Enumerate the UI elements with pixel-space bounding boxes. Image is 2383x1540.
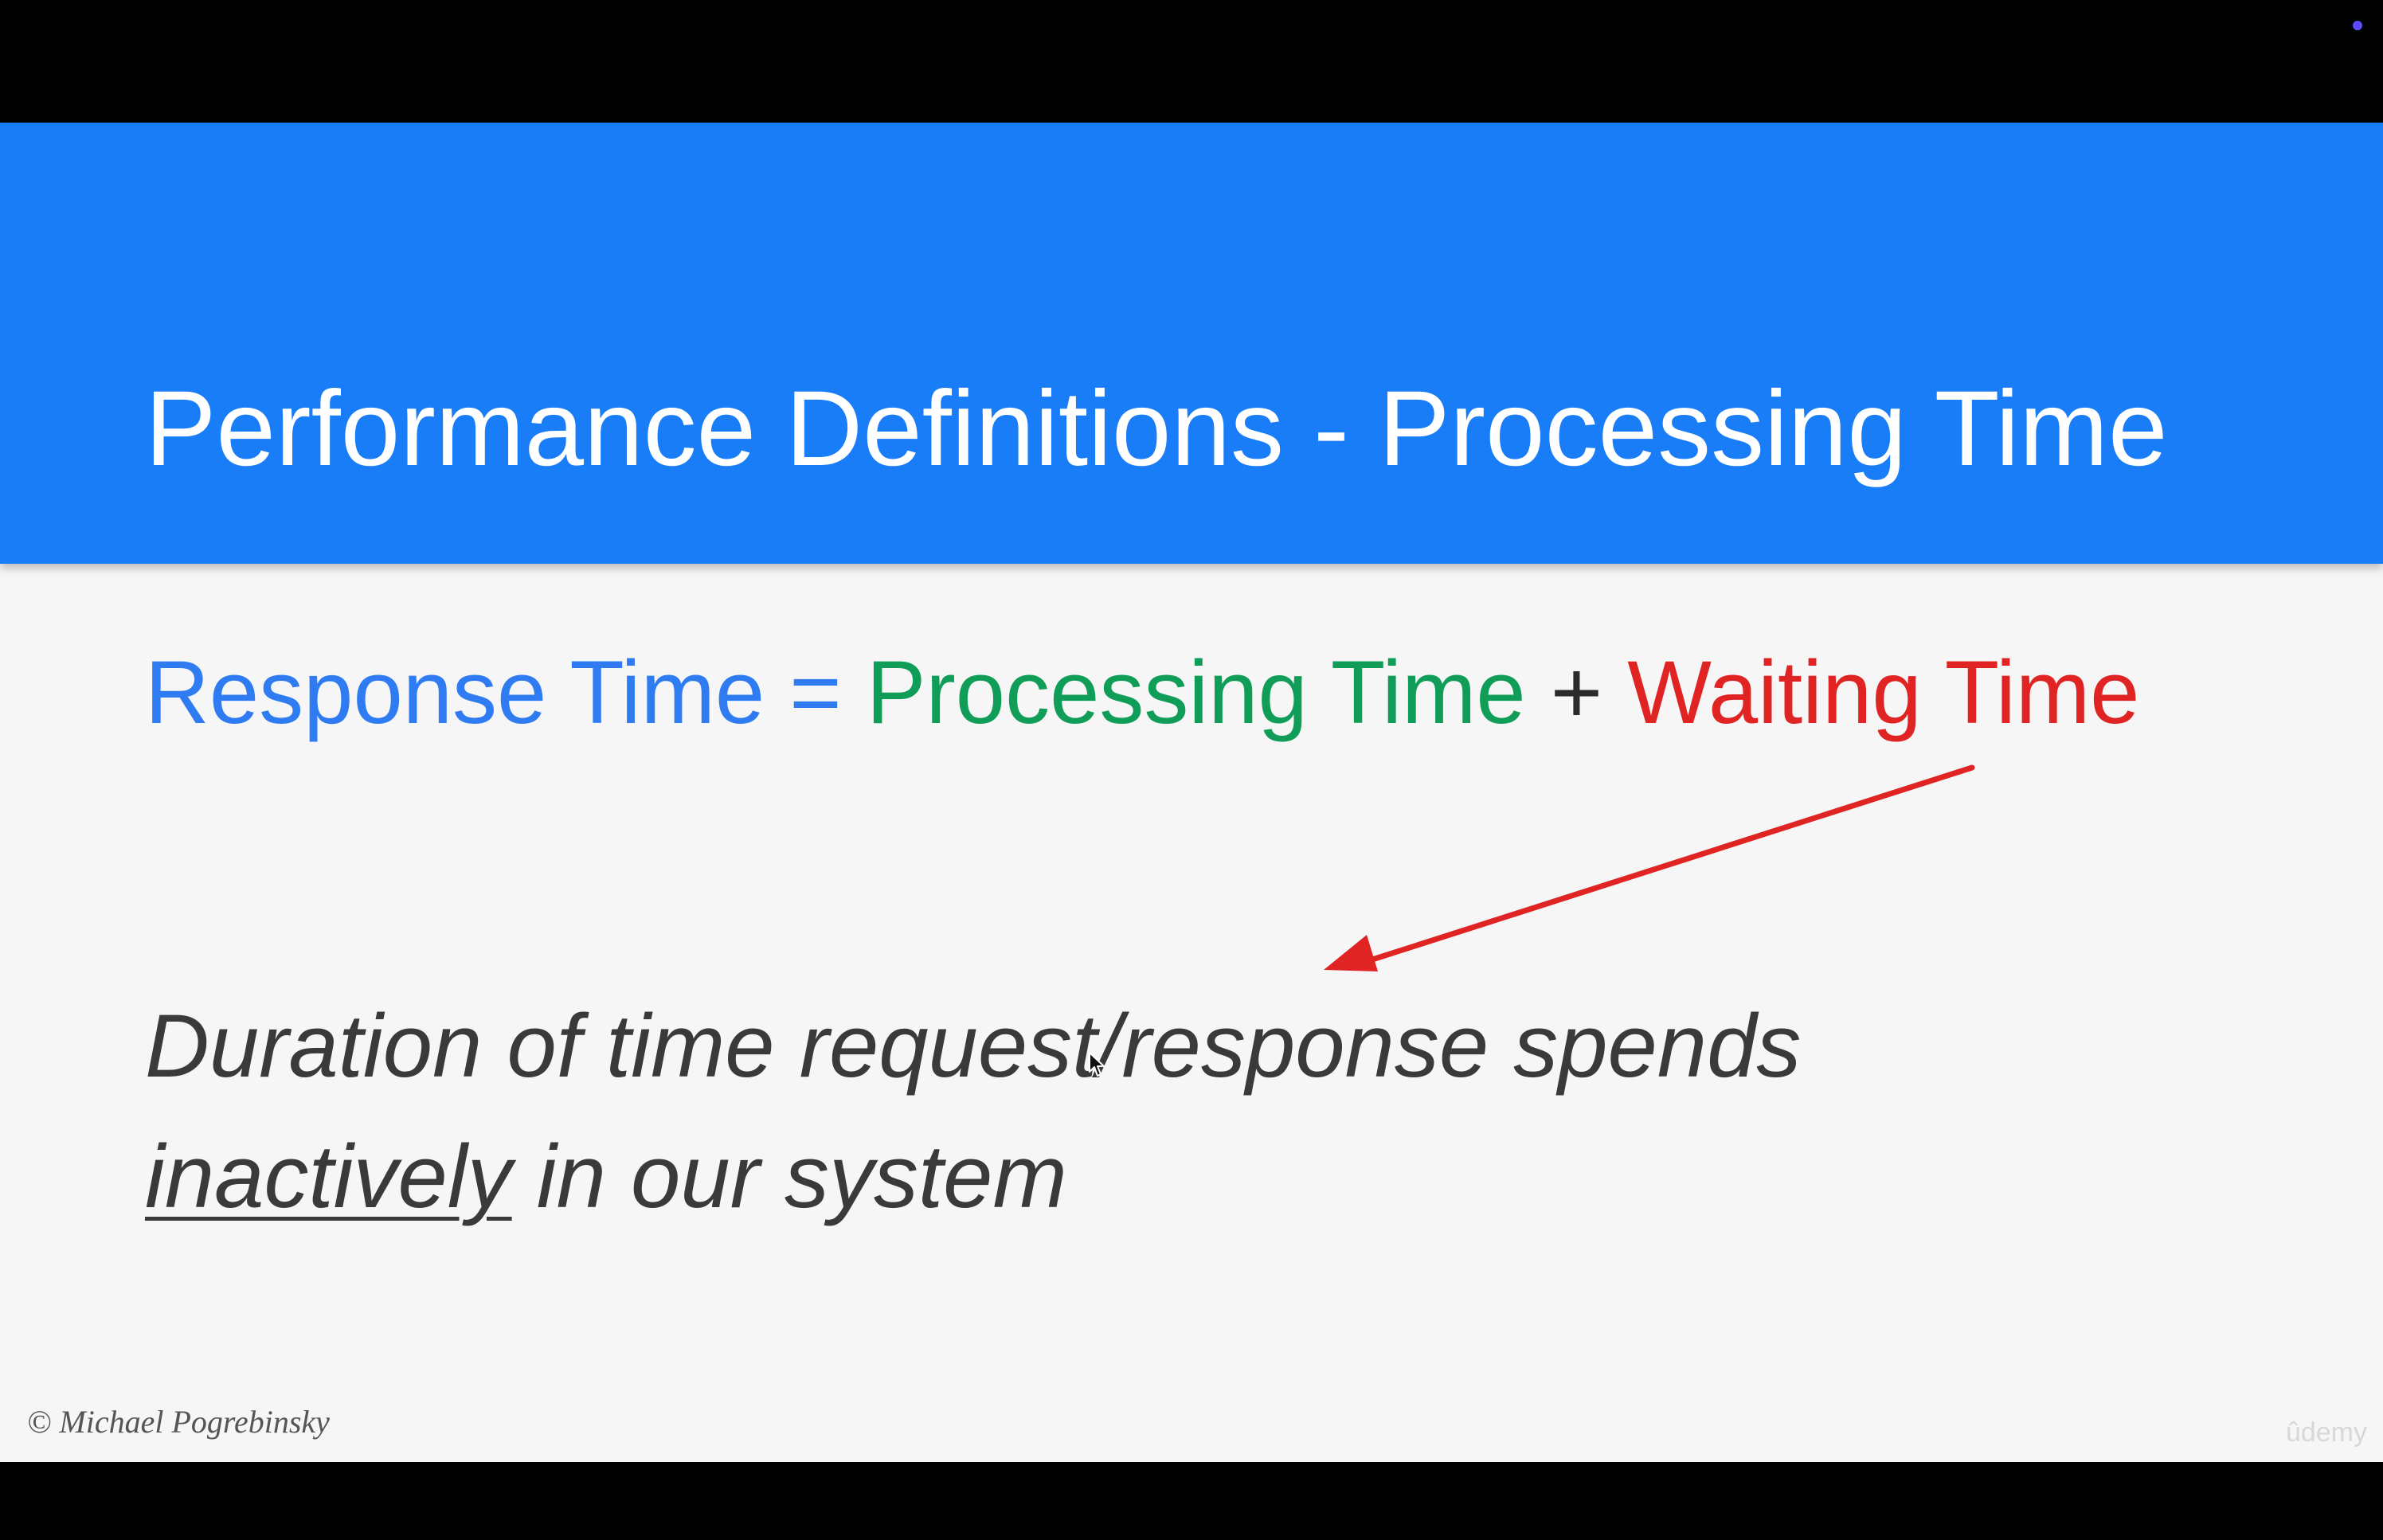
- waiting-time-definition: Duration of time request/response spends…: [145, 981, 2136, 1242]
- definition-line-1: Duration of time request/response spends: [145, 996, 1802, 1096]
- definition-emphasis-word: inactively: [145, 1127, 512, 1226]
- copyright-notice: © Michael Pogrebinsky: [27, 1404, 330, 1440]
- arrow-icon: [1324, 764, 1975, 971]
- video-frame: Performance Definitions - Processing Tim…: [0, 0, 2383, 1540]
- cursor-icon: [1089, 1052, 1105, 1077]
- definition-line-2: inactively in our system: [145, 1112, 2136, 1242]
- udemy-watermark: ûdemy: [2285, 1417, 2367, 1448]
- indicator-dot: [2353, 21, 2362, 30]
- definition-line-2-rest: in our system: [511, 1127, 1067, 1226]
- slide: Performance Definitions - Processing Tim…: [0, 123, 2383, 1462]
